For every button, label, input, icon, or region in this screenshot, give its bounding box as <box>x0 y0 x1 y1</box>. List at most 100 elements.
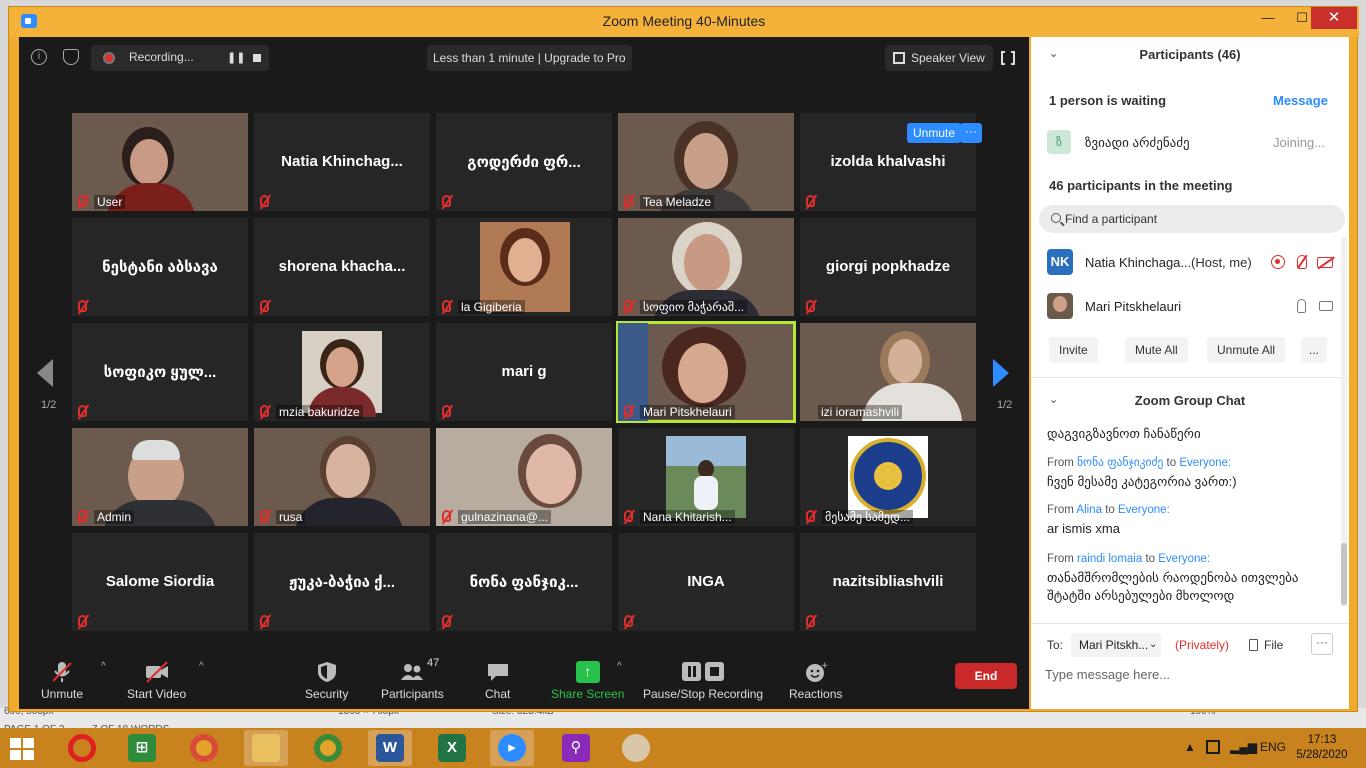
video-tile[interactable]: la Gigiberia <box>436 218 612 316</box>
chat-message: დაგვიგზავნოთ ჩანაწერი <box>1047 425 1327 443</box>
mute-all-button[interactable]: Mute All <box>1125 337 1188 363</box>
video-tile[interactable]: nazitsibliashvili <box>800 533 976 631</box>
video-tile[interactable]: სოფიო მაჭარაშ... <box>618 218 794 316</box>
message-waiting-button[interactable]: Message <box>1273 93 1328 108</box>
security-shield-icon[interactable] <box>63 49 79 65</box>
signal-icon[interactable]: ▂▄▆ <box>1230 740 1257 754</box>
chat-sender[interactable]: ნონა ფანჯიკიძე <box>1077 457 1163 469</box>
minimize-button[interactable]: — <box>1251 7 1285 29</box>
video-tile[interactable]: mari g <box>436 323 612 421</box>
svg-text:+: + <box>821 661 828 671</box>
security-button[interactable]: Security <box>305 661 348 701</box>
video-tile[interactable]: მესამე სამედ... <box>800 428 976 526</box>
video-tile[interactable]: giorgi popkhadze <box>800 218 976 316</box>
close-button[interactable]: ✕ <box>1311 7 1357 29</box>
invite-button[interactable]: Invite <box>1049 337 1098 363</box>
start-video-label: Start Video <box>127 687 187 701</box>
muted-mic-icon[interactable] <box>1297 255 1307 269</box>
unmute-button[interactable]: Unmute <box>41 661 83 701</box>
participant-row[interactable]: NK Natia Khinchaga... (Host, me) <box>1031 245 1349 279</box>
unmute-all-button[interactable]: Unmute All <box>1207 337 1286 363</box>
audio-options-caret-icon[interactable]: ^ <box>101 661 106 672</box>
tray-expand-icon[interactable]: ▲ <box>1184 740 1196 754</box>
video-tile[interactable]: Salome Siordia <box>72 533 248 631</box>
waiting-participant-name[interactable]: ზვიადი არძენაძე <box>1085 135 1190 151</box>
recipient-select[interactable]: Mari Pitskh... ⌄ <box>1071 633 1161 657</box>
taskbar-zoom[interactable]: ▸ <box>490 730 534 766</box>
taskbar-chrome[interactable] <box>182 730 226 766</box>
video-off-icon[interactable] <box>1317 257 1333 268</box>
device-icon[interactable] <box>1206 740 1220 754</box>
end-meeting-button[interactable]: End <box>955 663 1017 689</box>
video-tile[interactable]: gulnazinana@... <box>436 428 612 526</box>
view-grid-icon <box>893 52 905 64</box>
chat-messages[interactable]: დაგვიგზავნოთ ჩანაწერი From ნონა ფანჯიკიძ… <box>1031 417 1341 613</box>
chat-message-input[interactable] <box>1045 663 1335 685</box>
share-screen-button[interactable]: Share Screen <box>551 661 624 701</box>
collapse-chevron-icon[interactable]: ⌄ <box>1049 47 1058 60</box>
active-speaker-tile[interactable]: Mari Pitskhelauri <box>616 321 796 423</box>
taskbar-chrome-2[interactable] <box>306 730 350 766</box>
microphone-icon[interactable] <box>1297 299 1306 313</box>
info-icon[interactable]: i <box>31 49 47 65</box>
chat-recipient-row: To: Mari Pitskh... ⌄ (Privately) File ··… <box>1031 631 1349 659</box>
speaker-view-button[interactable]: Speaker View <box>885 45 993 71</box>
taskbar-opera[interactable] <box>60 730 104 766</box>
next-page-arrow-icon[interactable] <box>993 359 1009 387</box>
file-button[interactable]: File <box>1249 638 1283 652</box>
taskbar-excel[interactable]: X <box>430 730 474 766</box>
participant-row[interactable]: Mari Pitskhelauri <box>1031 289 1349 323</box>
chrome-icon <box>190 734 218 762</box>
collapse-chevron-icon[interactable]: ⌄ <box>1049 393 1058 406</box>
taskbar-file-explorer[interactable] <box>244 730 288 766</box>
previous-page-arrow-icon[interactable] <box>37 359 53 387</box>
reactions-button[interactable]: + Reactions <box>789 661 842 701</box>
muted-mic-icon <box>442 405 451 417</box>
taskbar-clock[interactable]: 17:13 5/28/2020 <box>1286 733 1358 763</box>
title-bar[interactable]: Zoom Meeting 40-Minutes — ☐ ✕ <box>9 7 1359 37</box>
video-tile[interactable]: გოდერძი ფრ... <box>436 113 612 211</box>
upgrade-notice[interactable]: Less than 1 minute | Upgrade to Pro <box>427 45 632 71</box>
video-tile[interactable]: rusa <box>254 428 430 526</box>
video-tile[interactable]: User <box>72 113 248 211</box>
stop-recording-icon[interactable] <box>253 54 261 62</box>
tile-unmute-button[interactable]: Unmute <box>907 123 962 143</box>
video-tile[interactable]: shorena khacha... <box>254 218 430 316</box>
taskbar-word[interactable]: W <box>368 730 412 766</box>
share-options-caret-icon[interactable]: ^ <box>617 661 622 672</box>
video-options-caret-icon[interactable]: ^ <box>199 661 204 672</box>
taskbar-search-app[interactable]: ⚲ <box>554 730 598 766</box>
video-tile[interactable]: ნესტანი აბსავა <box>72 218 248 316</box>
search-input[interactable] <box>1065 205 1335 233</box>
windows-start-icon[interactable] <box>10 738 34 760</box>
video-tile[interactable]: Tea Meladze <box>618 113 794 211</box>
chat-sender[interactable]: Alina <box>1076 504 1102 516</box>
language-indicator[interactable]: ENG <box>1260 740 1286 754</box>
more-participant-options-button[interactable]: ... <box>1301 337 1328 363</box>
video-tile[interactable]: INGA <box>618 533 794 631</box>
fullscreen-icon[interactable] <box>1001 50 1015 66</box>
chat-button[interactable]: Chat <box>485 661 510 701</box>
video-tile[interactable]: izi ioramashvili <box>800 323 976 421</box>
tile-more-button[interactable]: ··· <box>960 123 982 143</box>
video-tile[interactable]: Nana Khitarish... <box>618 428 794 526</box>
participant-search[interactable] <box>1039 205 1345 233</box>
taskbar-paint[interactable] <box>614 730 658 766</box>
profile-photo <box>666 436 746 518</box>
chat-more-button[interactable]: ··· <box>1311 633 1333 655</box>
waiting-status: Joining... <box>1273 135 1326 150</box>
video-tile[interactable]: ჟუკა-ბაჭია ქ... <box>254 533 430 631</box>
video-tile[interactable]: Admin <box>72 428 248 526</box>
video-tile[interactable]: mzia bakuridze <box>254 323 430 421</box>
video-tile[interactable]: Natia Khinchag... <box>254 113 430 211</box>
start-video-button[interactable]: Start Video <box>127 661 186 701</box>
panel-scroll-thumb[interactable] <box>1341 543 1347 605</box>
pause-stop-recording-button[interactable]: Pause/Stop Recording <box>643 661 763 701</box>
video-camera-icon[interactable] <box>1319 301 1333 311</box>
speaker-view-label: Speaker View <box>911 51 985 65</box>
video-tile[interactable]: ნონა ფანჯიკ... <box>436 533 612 631</box>
chat-sender[interactable]: raindi lomaia <box>1077 553 1142 565</box>
taskbar-store[interactable]: ⊞ <box>120 730 164 766</box>
pause-recording-icon[interactable]: ❚❚ <box>227 51 245 64</box>
video-tile[interactable]: სოფიკო ყულ... <box>72 323 248 421</box>
